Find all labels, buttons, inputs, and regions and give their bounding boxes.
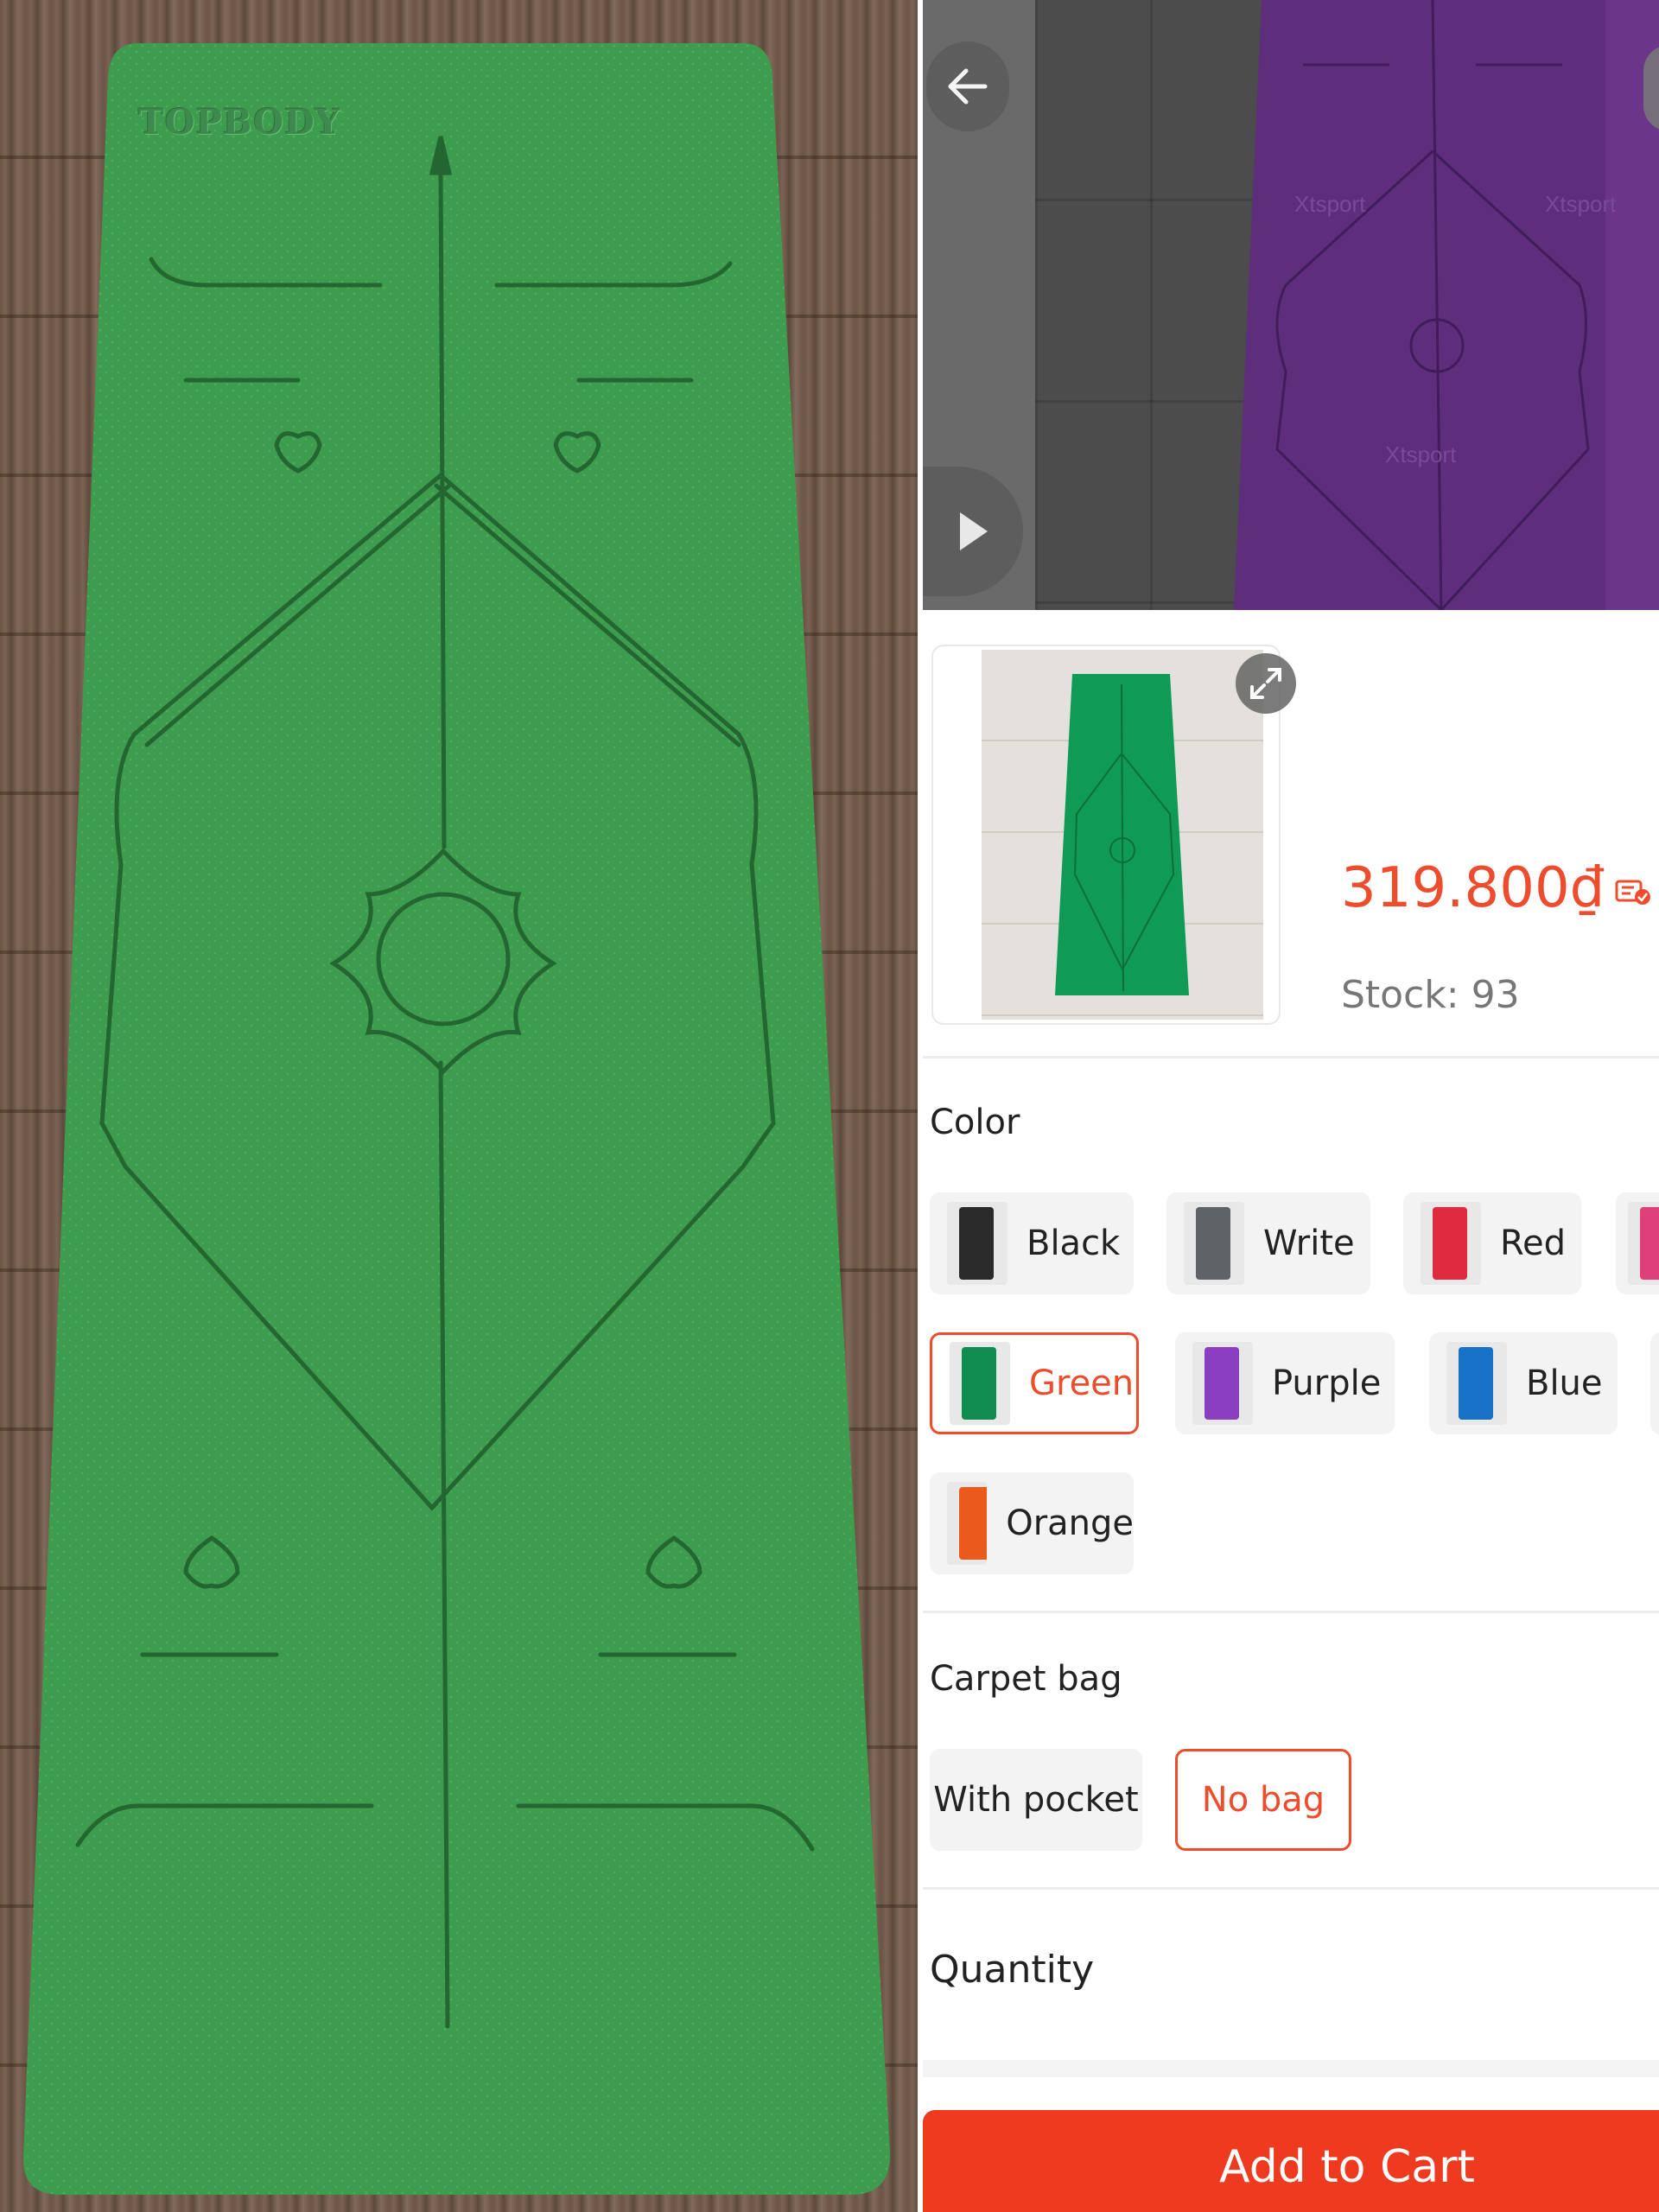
color-option-black[interactable]: Black [930, 1192, 1134, 1294]
color-option-label: Write [1263, 1224, 1355, 1263]
section-divider [923, 1887, 1659, 1890]
add-to-cart-button[interactable]: Add to Cart [923, 2110, 1659, 2212]
variant-thumbnail-image [982, 650, 1263, 1020]
product-photo: TOPBODY [0, 0, 918, 2212]
bag-option-label: No bag [1201, 1780, 1325, 1820]
color-swatch-purple [1192, 1342, 1253, 1425]
color-swatch-red [1421, 1202, 1481, 1285]
product-variant-panel: Xtsport Xtsport Xtsport 319.800₫ Stock: … [923, 0, 1659, 2212]
color-option-partial[interactable] [1616, 1192, 1659, 1294]
product-price: 319.800₫ [1341, 856, 1605, 920]
gallery-watermark: Xtsport [1545, 191, 1617, 217]
bag-option-with-pocket[interactable]: With pocket [930, 1749, 1142, 1851]
color-option-green[interactable]: Green [930, 1332, 1139, 1434]
color-swatch-black [947, 1202, 1007, 1285]
section-divider [923, 1611, 1659, 1613]
green-mat-thumbnail [1055, 674, 1189, 995]
add-to-cart-label: Add to Cart [1219, 2141, 1475, 2193]
color-option-label: Orange [1006, 1503, 1134, 1543]
yoga-mat-illustration [22, 43, 891, 2195]
back-button[interactable] [926, 41, 1009, 131]
bag-section-title: Carpet bag [930, 1659, 1122, 1699]
color-option-purple[interactable]: Purple [1175, 1332, 1395, 1434]
stock-count: Stock: 93 [1341, 973, 1520, 1017]
arrow-left-icon [948, 68, 988, 105]
color-swatch-pink [1628, 1202, 1659, 1285]
color-option-partial-2[interactable] [1650, 1332, 1659, 1434]
section-divider [923, 1056, 1659, 1058]
color-option-label: Black [1027, 1224, 1121, 1263]
play-icon [960, 512, 988, 550]
color-swatch-green [950, 1342, 1010, 1425]
color-option-write[interactable]: Write [1166, 1192, 1370, 1294]
color-option-label: Red [1500, 1224, 1566, 1263]
color-option-label: Blue [1526, 1363, 1603, 1403]
color-swatch-orange [947, 1482, 988, 1565]
gallery-watermark: Xtsport [1385, 442, 1457, 467]
quantity-section-title: Quantity [930, 1948, 1095, 1992]
price-row: 319.800₫ 49 [1341, 847, 1659, 916]
expand-icon [1250, 668, 1281, 699]
bag-option-no-bag[interactable]: No bag [1175, 1749, 1351, 1851]
color-option-label: Purple [1272, 1363, 1382, 1403]
gallery-watermark: Xtsport [1294, 191, 1366, 217]
gallery-purple-mat: Xtsport Xtsport Xtsport [1234, 0, 1659, 610]
color-swatch-write [1184, 1202, 1244, 1285]
product-gallery[interactable]: Xtsport Xtsport Xtsport [923, 0, 1659, 610]
quantity-divider [923, 2060, 1659, 2077]
color-section-title: Color [930, 1103, 1020, 1142]
color-option-orange[interactable]: Orange [930, 1472, 1134, 1574]
color-option-blue[interactable]: Blue [1429, 1332, 1618, 1434]
expand-image-button[interactable] [1236, 653, 1296, 714]
color-option-red[interactable]: Red [1403, 1192, 1581, 1294]
bag-option-label: With pocket [933, 1780, 1139, 1820]
voucher-check-icon [1615, 876, 1651, 909]
color-swatch-blue [1446, 1342, 1507, 1425]
mat-brand-logo: TOPBODY [138, 102, 341, 143]
selected-variant-thumbnail[interactable] [931, 645, 1281, 1025]
color-option-label: Green [1029, 1363, 1135, 1403]
